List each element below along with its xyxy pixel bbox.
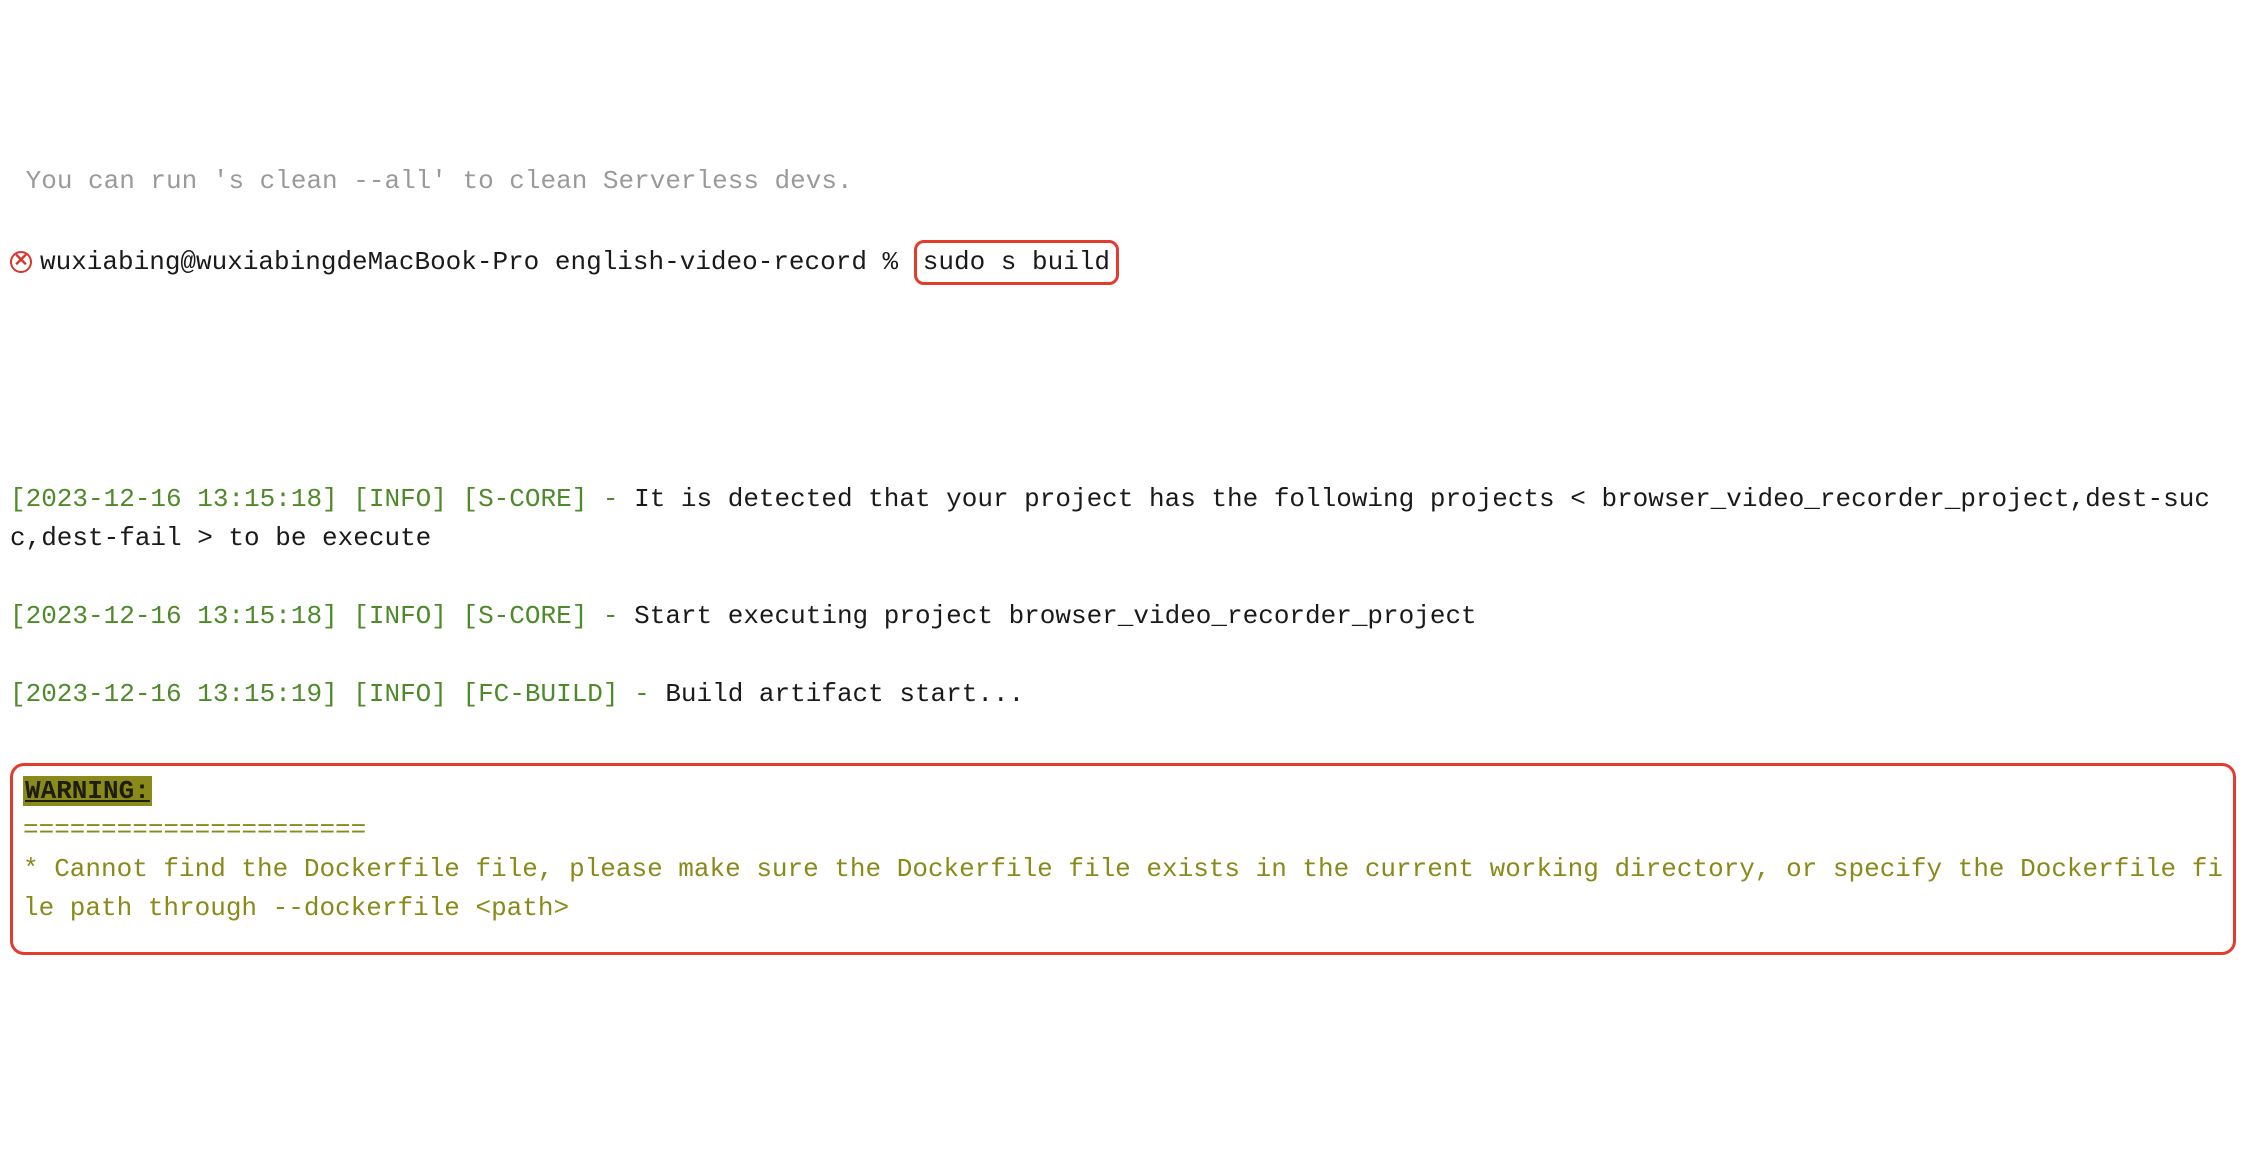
log-line-1: [2023-12-16 13:15:18] [INFO] [S-CORE] - … [10, 480, 2236, 558]
command-highlight: sudo s build [914, 240, 1119, 285]
log-message: Start executing project browser_video_re… [634, 601, 1477, 631]
warning-message: * Cannot find the Dockerfile file, pleas… [23, 854, 2223, 923]
log-meta: [2023-12-16 13:15:18] [INFO] [S-CORE] - [10, 601, 634, 631]
hint-text: You can run 's clean --all' to clean Ser… [10, 162, 2236, 201]
log-meta: [2023-12-16 13:15:18] [INFO] [S-CORE] - [10, 484, 634, 514]
warning-box: WARNING: ====================== * Cannot… [10, 763, 2236, 955]
log-line-3: [2023-12-16 13:15:19] [INFO] [FC-BUILD] … [10, 675, 2236, 714]
log-line-2: [2023-12-16 13:15:18] [INFO] [S-CORE] - … [10, 597, 2236, 636]
prompt-cwd: english-video-record [555, 247, 867, 277]
log-message: Build artifact start... [665, 679, 1024, 709]
prompt-user-host: wuxiabing@wuxiabingdeMacBook-Pro [40, 247, 539, 277]
prompt-sep: % [867, 247, 914, 277]
warning-rule: ====================== [23, 815, 366, 845]
prompt-line: ✕ wuxiabing@wuxiabingdeMacBook-Pro englis… [10, 240, 2236, 285]
warning-label: WARNING: [23, 776, 152, 806]
close-icon: ✕ [10, 251, 32, 273]
log-meta: [2023-12-16 13:15:19] [INFO] [FC-BUILD] … [10, 679, 665, 709]
